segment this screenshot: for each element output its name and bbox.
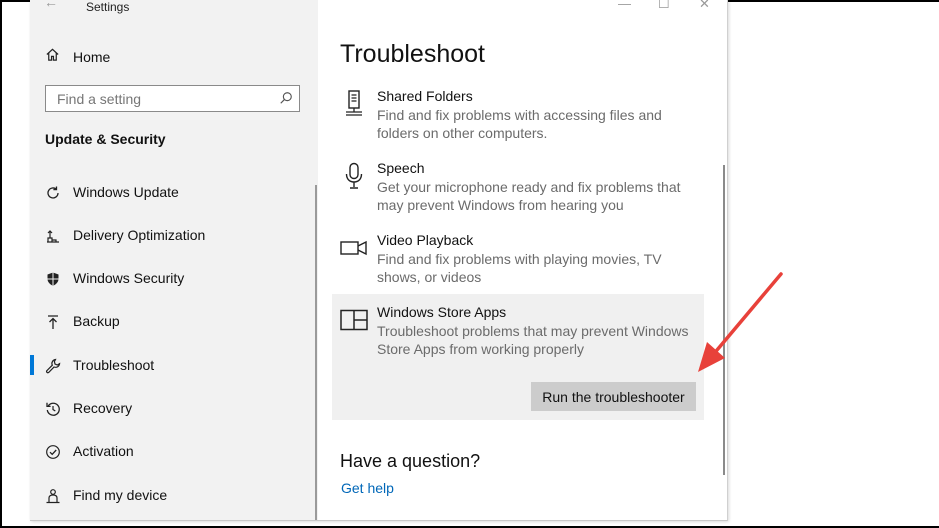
troubleshooter-header: Windows Store Apps Troubleshoot problems… [332,302,704,362]
refresh-icon [45,185,61,201]
sidebar-scrollbar[interactable] [315,185,317,520]
sidebar-item-label: Activation [73,443,134,459]
troubleshooter-speech[interactable]: Speech Get your microphone ready and fix… [332,158,704,218]
sidebar-item-label: Troubleshoot [73,357,155,373]
troubleshooter-description: Troubleshoot problems that may prevent W… [377,323,689,357]
main-content: — ☐ ✕ Troubleshoot Shared Folders Find a… [318,0,727,520]
troubleshooter-name: Shared Folders [377,88,473,104]
troubleshooter-name: Video Playback [377,232,474,248]
microphone-icon [340,162,368,190]
question-heading: Have a question? [340,451,481,471]
back-button[interactable]: ← [44,0,58,10]
sidebar-item-windows-update[interactable]: Windows Update [30,180,318,206]
troubleshooter-windows-store-apps[interactable]: Windows Store Apps Troubleshoot problems… [332,294,704,420]
section-title: Update & Security [45,131,166,147]
get-help-link[interactable]: Get help [341,480,394,496]
sidebar-item-label: Windows Update [73,184,179,200]
troubleshooter-name: Windows Store Apps [377,304,507,320]
sidebar-item-label: Windows Security [73,270,185,286]
video-camera-icon [340,234,368,262]
search-input[interactable] [55,90,279,108]
sidebar-item-delivery-optimization[interactable]: Delivery Optimization [30,223,318,249]
home-label: Home [73,49,111,65]
sidebar-item-find-my-device[interactable]: Find my device [30,483,318,509]
window-title: Settings [86,0,130,14]
person-locate-icon [45,488,61,504]
delivery-optimization-icon [45,228,61,244]
screen-border-left [0,0,2,528]
troubleshooter-description: Find and fix problems with accessing fil… [377,107,662,141]
troubleshooter-description: Get your microphone ready and fix proble… [377,179,681,213]
troubleshooter-description: Find and fix problems with playing movie… [377,251,662,285]
shield-icon [45,271,61,287]
wrench-icon [45,358,61,374]
troubleshooter-shared-folders[interactable]: Shared Folders Find and fix problems wit… [332,86,704,146]
backup-arrow-icon [45,314,61,330]
sidebar-item-troubleshoot[interactable]: Troubleshoot [30,353,318,379]
sidebar: ← Settings Home Update & Security Window… [30,0,318,520]
shared-folders-icon [340,90,368,118]
close-button[interactable]: ✕ [699,0,710,12]
sidebar-item-backup[interactable]: Backup [30,309,318,335]
minimize-button[interactable]: — [618,0,631,11]
maximize-button[interactable]: ☐ [658,0,670,12]
troubleshooter-video-playback[interactable]: Video Playback Find and fix problems wit… [332,230,704,290]
store-apps-icon [340,306,368,334]
search-box[interactable] [45,85,300,112]
home-icon [45,47,60,67]
run-troubleshooter-button[interactable]: Run the troubleshooter [531,382,696,411]
page-title: Troubleshoot [340,40,485,68]
settings-window: ← Settings Home Update & Security Window… [30,0,728,521]
sidebar-item-recovery[interactable]: Recovery [30,396,318,422]
sidebar-item-label: Backup [73,313,120,329]
sidebar-item-windows-security[interactable]: Windows Security [30,266,318,292]
home-nav-item[interactable]: Home [45,46,110,68]
troubleshooter-name: Speech [377,160,425,176]
sidebar-item-label: Find my device [73,487,168,503]
recovery-icon [45,401,61,417]
sidebar-item-activation[interactable]: Activation [30,439,318,465]
sidebar-item-label: Recovery [73,400,133,416]
sidebar-item-label: Delivery Optimization [73,227,206,243]
search-icon[interactable] [279,91,293,110]
selected-indicator [30,355,34,375]
annotation-arrow-icon [698,272,783,372]
check-circle-icon [45,444,61,460]
